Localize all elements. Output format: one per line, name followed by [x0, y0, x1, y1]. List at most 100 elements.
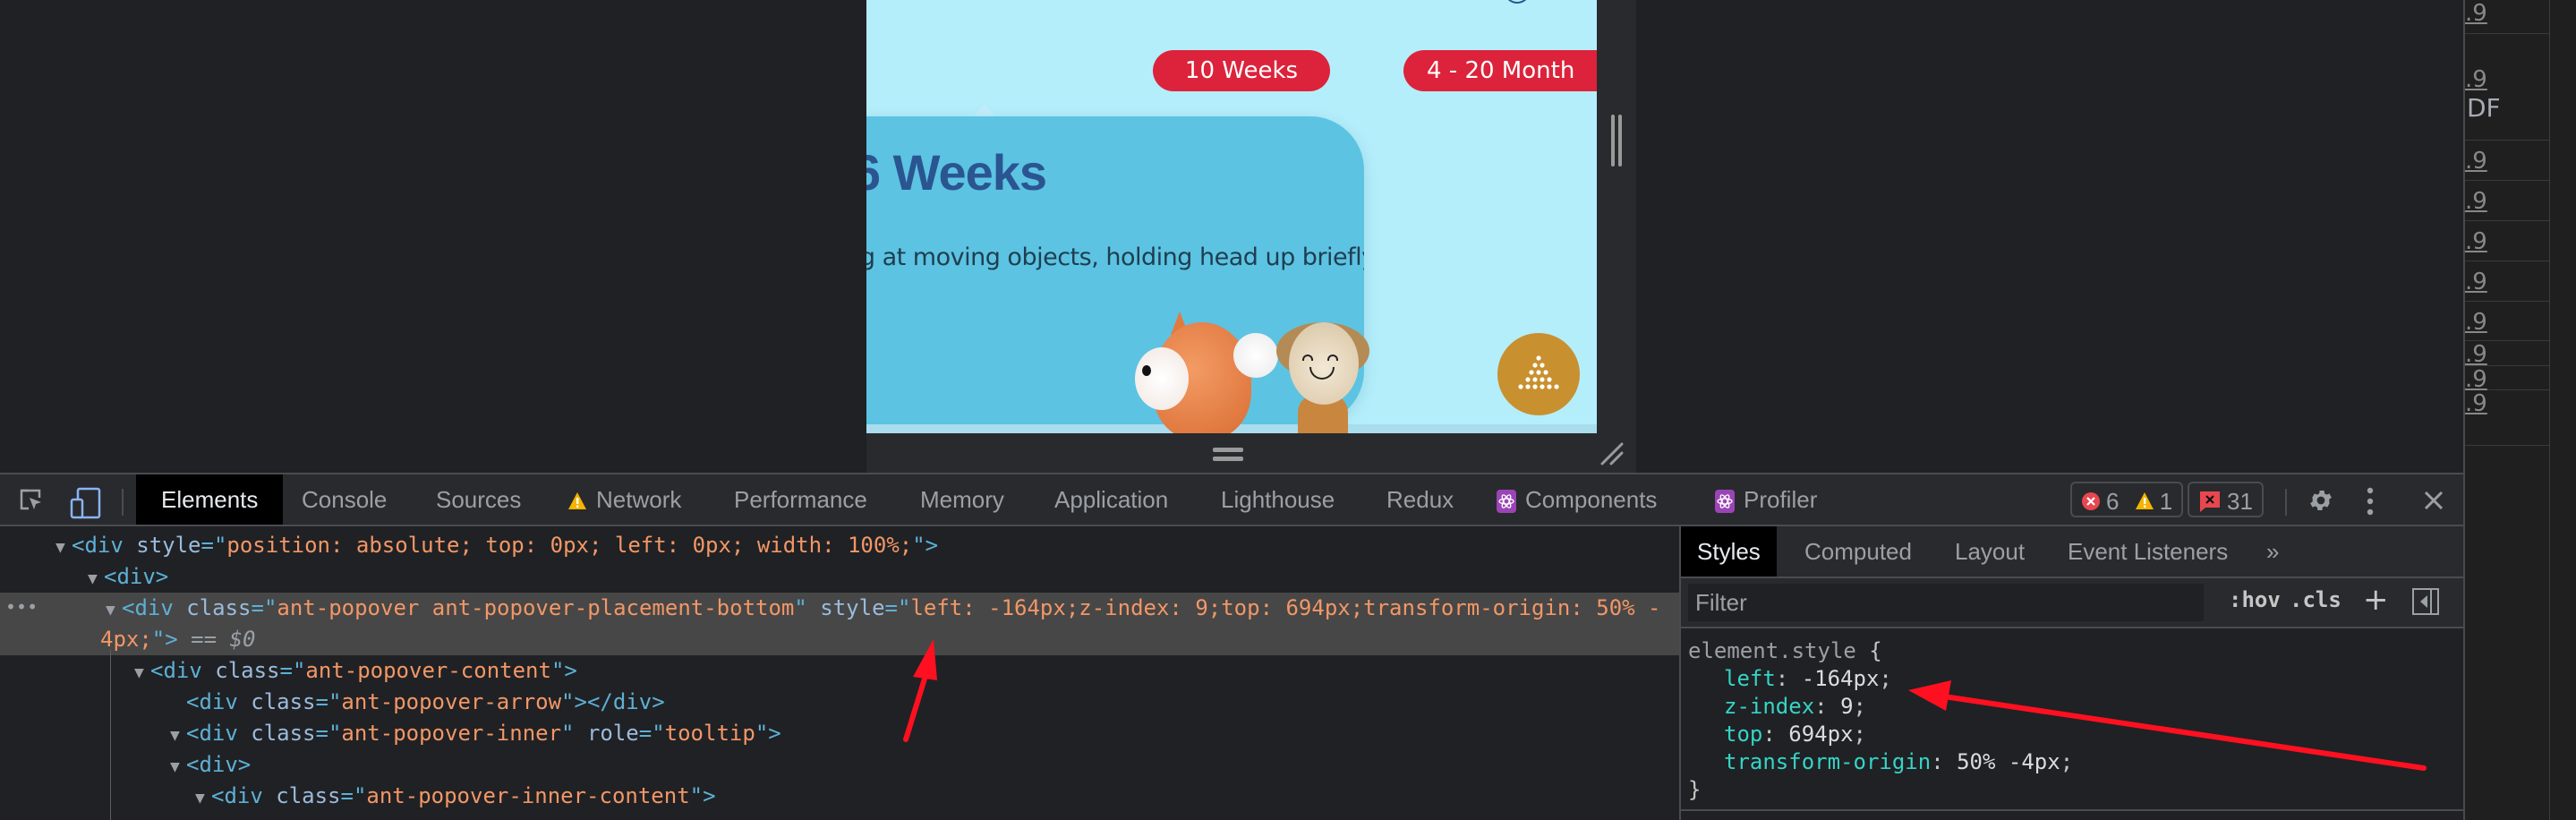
resize-handle-bottom[interactable] — [866, 433, 1636, 473]
style-property[interactable]: z-index: 9; — [1688, 693, 2073, 721]
react-icon — [1497, 490, 1516, 514]
property-value[interactable]: 694px — [1788, 722, 1853, 747]
attr-quote: " — [561, 721, 575, 746]
more-tabs-chevron-icon[interactable]: » — [2266, 526, 2279, 577]
tab-components[interactable]: Components — [1497, 474, 1657, 525]
warning-icon — [568, 492, 586, 510]
style-property[interactable]: transform-origin: 50% -4px; — [1688, 748, 2073, 776]
property-name[interactable]: top — [1724, 722, 1762, 747]
close-icon[interactable] — [2423, 490, 2444, 511]
attr-name[interactable]: style — [136, 533, 200, 558]
list-item: .9 DF — [2465, 34, 2549, 141]
expand-triangle-icon[interactable]: ▼ — [195, 782, 211, 814]
styles-filter-input[interactable] — [1688, 584, 2204, 621]
attr-name[interactable]: class — [251, 721, 315, 746]
attr-name[interactable]: class — [215, 658, 279, 683]
dom-node[interactable]: ▼ <div class="ant-popover-inner" role="to… — [0, 718, 1679, 749]
tag-name: <div — [104, 564, 156, 589]
attr-equals: =" — [638, 721, 665, 746]
attr-value[interactable]: position: absolute; top: 0px; left: 0px;… — [226, 533, 912, 558]
attr-value[interactable]: tooltip — [665, 721, 755, 746]
tab-elements[interactable]: Elements — [136, 474, 284, 525]
attr-value[interactable]: ant-popover-inner-content — [366, 783, 689, 808]
tab-profiler[interactable]: Profiler — [1715, 474, 1817, 525]
tab-network[interactable]: Network — [567, 474, 681, 525]
selected-dom-node[interactable]: 4px;"> == $0 — [0, 624, 1679, 655]
inspect-element-icon[interactable] — [18, 487, 45, 514]
age-pill-4-20-months[interactable]: 4 - 20 Month — [1403, 50, 1597, 91]
tab-layout[interactable]: Layout — [1955, 526, 2025, 577]
expand-triangle-icon[interactable]: ▼ — [88, 563, 104, 594]
link-value[interactable]: .9 — [2465, 269, 2487, 295]
expand-triangle-icon[interactable]: ▼ — [106, 594, 122, 626]
dom-node[interactable]: <div class="ant-popover-arrow"></div> — [0, 687, 1679, 718]
attr-value[interactable]: ant-popover ant-popover-placement-bottom — [277, 595, 794, 620]
attr-name[interactable]: class — [276, 783, 340, 808]
attr-name[interactable]: class — [251, 689, 315, 714]
tab-label: Styles — [1697, 538, 1761, 565]
tab-lighthouse[interactable]: Lighthouse — [1221, 474, 1335, 525]
class-toggle[interactable]: .cls — [2290, 587, 2341, 612]
console-status-badge[interactable]: 6 1 — [2070, 482, 2184, 517]
dom-node[interactable]: ▼ <div> — [0, 561, 1679, 593]
property-value[interactable]: -164px — [1802, 666, 1880, 691]
age-pill-10-weeks[interactable]: 10 Weeks — [1153, 50, 1330, 91]
property-name[interactable]: z-index — [1724, 694, 1814, 719]
style-property[interactable]: left: -164px; — [1688, 665, 2073, 693]
tab-application[interactable]: Application — [1054, 474, 1168, 525]
tab-computed[interactable]: Computed — [1804, 526, 1912, 577]
property-name[interactable]: left — [1724, 666, 1776, 691]
style-property[interactable]: top: 694px; — [1688, 721, 2073, 748]
tab-performance[interactable]: Performance — [734, 474, 867, 525]
toggle-sidebar-icon[interactable] — [2411, 587, 2440, 616]
property-name[interactable]: transform-origin — [1724, 749, 1931, 774]
dom-node[interactable]: ▼ <div class="ant-popover-inner-content"> — [0, 781, 1679, 812]
link-value[interactable]: .9 — [2465, 341, 2487, 368]
settings-gear-icon[interactable] — [2307, 487, 2334, 514]
tab-label: Redux — [1386, 486, 1454, 513]
profile-icon[interactable] — [1504, 0, 1531, 4]
link-value[interactable]: .9 — [2465, 309, 2487, 336]
attr-name[interactable]: class — [186, 595, 251, 620]
link-value[interactable]: .9 — [2465, 188, 2487, 215]
link-value[interactable]: .9 — [2465, 66, 2487, 93]
tab-redux[interactable]: Redux — [1386, 474, 1454, 525]
new-style-rule-button[interactable]: + — [2363, 582, 2389, 618]
attr-name[interactable]: style — [820, 595, 884, 620]
property-value[interactable]: 9 — [1840, 694, 1853, 719]
corner-resize-icon[interactable] — [1600, 442, 1624, 466]
selected-dom-node[interactable]: ▼ <div class="ant-popover ant-popover-pla… — [0, 593, 1679, 624]
device-toolbar-icon[interactable] — [70, 487, 102, 519]
floating-action-button[interactable] — [1497, 333, 1580, 415]
dom-node[interactable]: ▼ <div style="position: absolute; top: 0p… — [0, 530, 1679, 561]
link-value[interactable]: .9 — [2465, 0, 2487, 27]
hover-state-toggle[interactable]: :hov — [2229, 587, 2281, 612]
link-value[interactable]: .9 — [2465, 366, 2487, 393]
attr-name[interactable]: role — [587, 721, 639, 746]
link-value[interactable]: .9 — [2465, 390, 2487, 417]
issues-badge[interactable]: 31 — [2188, 482, 2264, 517]
expand-triangle-icon[interactable]: ▼ — [134, 657, 150, 688]
tab-sources[interactable]: Sources — [436, 474, 521, 525]
expand-triangle-icon[interactable]: ▼ — [170, 751, 186, 782]
attr-value[interactable]: left: -164px;z-index: 9;top: 694px;trans… — [910, 595, 1660, 620]
property-value[interactable]: 50% -4px — [1957, 749, 2060, 774]
dom-node[interactable]: ▼ <div class="ant-popover-content"> — [0, 655, 1679, 687]
attr-value[interactable]: ant-popover-content — [305, 658, 551, 683]
tab-styles[interactable]: Styles — [1681, 526, 1777, 577]
attr-value[interactable]: ant-popover-arrow — [341, 689, 561, 714]
tab-event-listeners[interactable]: Event Listeners — [2068, 526, 2228, 577]
tab-label: Network — [596, 486, 682, 513]
link-value[interactable]: .9 — [2465, 228, 2487, 255]
resize-handle-right[interactable] — [1597, 0, 1636, 473]
link-value[interactable]: .9 — [2465, 148, 2487, 175]
expand-triangle-icon[interactable]: ▼ — [55, 532, 72, 563]
expand-triangle-icon[interactable]: ▼ — [170, 720, 186, 751]
tab-label: Event Listeners — [2068, 538, 2229, 565]
tab-console[interactable]: Console — [302, 474, 387, 525]
tab-memory[interactable]: Memory — [920, 474, 1004, 525]
attr-value[interactable]: ant-popover-inner — [341, 721, 561, 746]
node-actions-icon[interactable]: ••• — [5, 596, 38, 618]
dom-node[interactable]: ▼ <div> — [0, 749, 1679, 781]
more-options-icon[interactable] — [2365, 487, 2376, 516]
